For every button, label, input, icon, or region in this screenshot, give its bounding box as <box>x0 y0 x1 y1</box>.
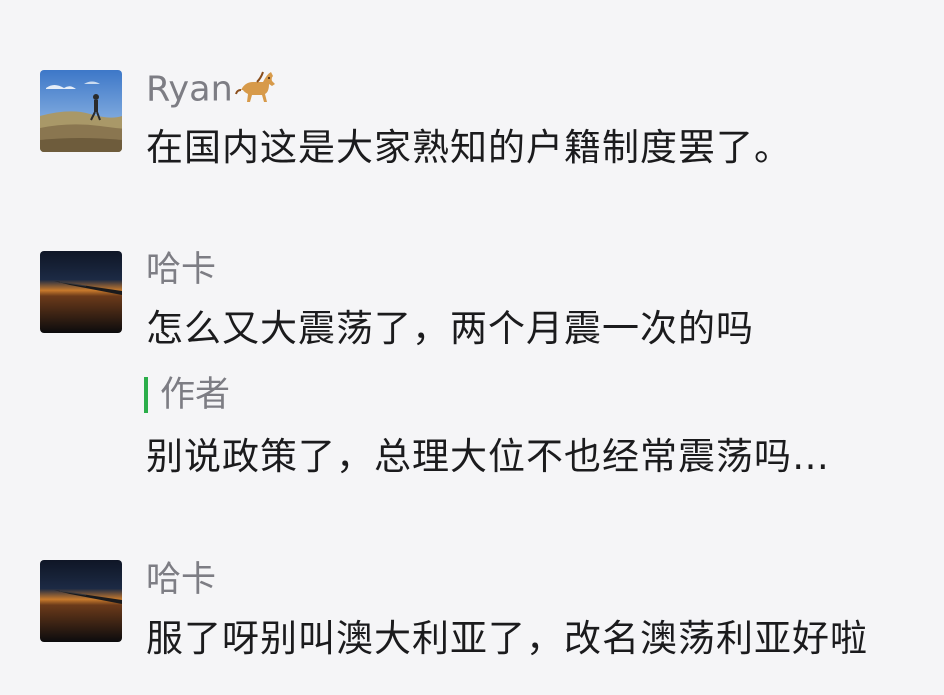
commenter-name-text: Ryan <box>146 69 233 110</box>
commenter-name[interactable]: 哈卡 <box>146 560 216 600</box>
comment-text: 服了呀别叫澳大利亚了，改名澳荡利亚好啦 <box>146 617 868 660</box>
landscape-photo-icon <box>40 70 122 152</box>
horse-emoji-icon <box>234 68 277 113</box>
sunset-wing-photo-icon <box>40 560 122 642</box>
avatar[interactable] <box>40 251 122 333</box>
comment-text: 在国内这是大家熟知的户籍制度罢了。 <box>146 126 792 169</box>
commenter-name[interactable]: 哈卡 <box>146 250 216 290</box>
comment-item: Ryan 在国内这是大家熟知的户籍制度罢了。 <box>0 0 944 200</box>
comment-text: 怎么又大震荡了，两个月震一次的吗 <box>146 307 754 350</box>
reply-author-name: 作者 <box>160 375 231 415</box>
sunset-wing-photo-icon <box>40 251 122 333</box>
author-reply-text: 别说政策了，总理大位不也经常震荡吗… <box>146 435 830 478</box>
author-reply-marker <box>144 377 148 413</box>
avatar[interactable] <box>40 560 122 642</box>
avatar[interactable] <box>40 70 122 152</box>
commenter-name[interactable]: Ryan <box>146 68 277 113</box>
